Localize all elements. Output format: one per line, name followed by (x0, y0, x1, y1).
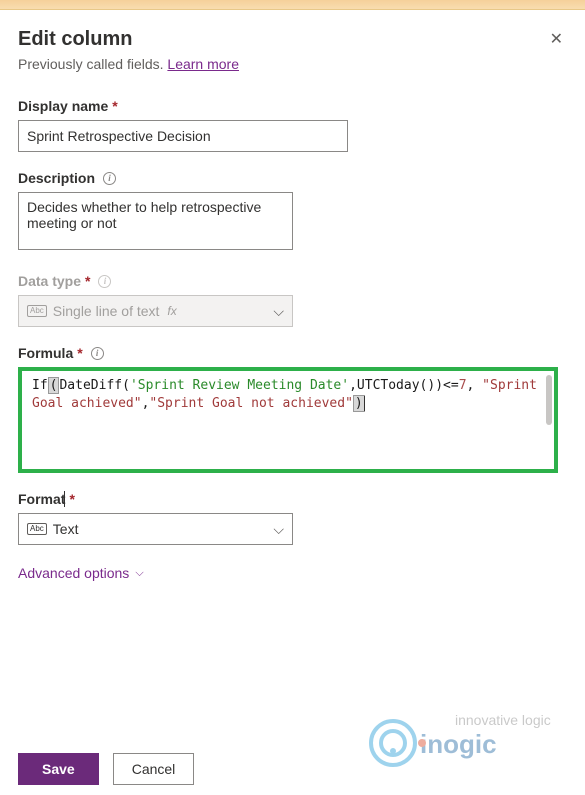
display-name-label: Display name * (18, 98, 567, 114)
cancel-button[interactable]: Cancel (113, 753, 195, 785)
info-icon[interactable]: i (103, 172, 116, 185)
token-comma: , (467, 378, 483, 393)
required-asterisk: * (77, 345, 82, 361)
formula-editor[interactable]: If(DateDiff('Sprint Review Meeting Date'… (18, 367, 558, 473)
format-group: Format * Abc Text ⌵ (18, 491, 567, 545)
description-input[interactable]: Decides whether to help retrospective me… (18, 192, 293, 250)
advanced-options-label: Advanced options (18, 565, 129, 581)
description-label: Description i (18, 170, 567, 186)
format-dropdown[interactable]: Abc Text ⌵ (18, 513, 293, 545)
token-str2: "Sprint Goal not achieved" (149, 396, 353, 411)
advanced-options-toggle[interactable]: Advanced options ⌵ (18, 565, 567, 581)
text-type-icon: Abc (27, 523, 47, 535)
dropdown-content: Abc Single line of text fx (27, 303, 177, 319)
subtitle-text: Previously called fields. (18, 56, 167, 72)
token-paren-open: ( (48, 377, 60, 394)
svg-text:innovative logic: innovative logic (455, 712, 551, 728)
watermark-logo: innovative logic inogic (365, 695, 565, 780)
description-label-text: Description (18, 170, 95, 186)
panel-header: Edit column ✕ (18, 28, 567, 52)
chevron-down-icon: ⌵ (135, 567, 143, 580)
token-utctoday: UTCToday (357, 378, 420, 393)
data-type-label: Data type * i (18, 273, 567, 289)
chevron-down-icon: ⌵ (273, 303, 284, 320)
fx-icon: fx (167, 304, 176, 318)
close-icon: ✕ (550, 31, 563, 48)
save-button[interactable]: Save (18, 753, 99, 785)
panel-title: Edit column (18, 28, 132, 51)
text-type-icon: Abc (27, 305, 47, 317)
display-name-group: Display name * (18, 98, 567, 152)
formula-label: Formula * i (18, 345, 567, 361)
token-num: 7 (459, 378, 467, 393)
display-name-label-text: Display name (18, 98, 108, 114)
learn-more-link[interactable]: Learn more (167, 56, 239, 72)
token-if: If (32, 378, 48, 393)
chevron-down-icon: ⌵ (273, 521, 284, 538)
dropdown-content: Abc Text (27, 521, 78, 537)
token-paren: ( (122, 378, 130, 393)
formula-content: If(DateDiff('Sprint Review Meeting Date'… (22, 371, 554, 469)
text-cursor (364, 396, 365, 411)
browser-top-bar (0, 0, 585, 10)
format-label: Format * (18, 491, 567, 507)
format-value: Text (53, 521, 79, 537)
info-icon[interactable]: i (98, 275, 111, 288)
token-arg1: 'Sprint Review Meeting Date' (130, 378, 349, 393)
token-op: <= (443, 378, 459, 393)
description-group: Description i Decides whether to help re… (18, 170, 567, 255)
format-label-text: Format (18, 491, 65, 507)
required-asterisk: * (112, 98, 117, 114)
panel-subtitle: Previously called fields. Learn more (18, 56, 567, 72)
data-type-group: Data type * i Abc Single line of text fx… (18, 273, 567, 327)
token-paren-close: ) (353, 395, 365, 412)
required-asterisk: * (85, 273, 90, 289)
svg-text:inogic: inogic (420, 729, 497, 759)
close-button[interactable]: ✕ (546, 28, 567, 52)
token-comma: , (349, 378, 357, 393)
panel-footer: Save Cancel (18, 753, 194, 785)
required-asterisk: * (69, 491, 74, 507)
formula-label-text: Formula (18, 345, 73, 361)
data-type-dropdown: Abc Single line of text fx ⌵ (18, 295, 293, 327)
formula-group: Formula * i If(DateDiff('Sprint Review M… (18, 345, 567, 473)
data-type-value: Single line of text (53, 303, 160, 319)
scrollbar[interactable] (546, 375, 552, 425)
token-paren: ()) (420, 378, 443, 393)
display-name-input[interactable] (18, 120, 348, 152)
data-type-label-text: Data type (18, 273, 81, 289)
edit-column-panel: Edit column ✕ Previously called fields. … (0, 10, 585, 795)
info-icon[interactable]: i (91, 347, 104, 360)
token-datediff: DateDiff (59, 378, 122, 393)
